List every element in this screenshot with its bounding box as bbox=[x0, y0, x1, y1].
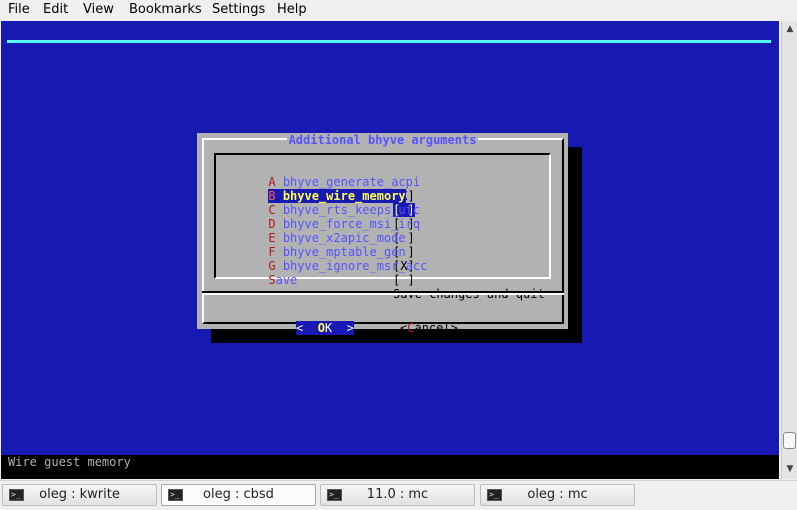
option-name: ave bbox=[275, 273, 298, 287]
status-text: Wire guest memory bbox=[8, 455, 131, 469]
menu-edit[interactable]: Edit bbox=[43, 2, 68, 18]
cancel-rest: ancel> bbox=[414, 321, 458, 335]
terminal-header-line bbox=[7, 40, 771, 43]
menu-view[interactable]: View bbox=[83, 2, 114, 18]
dialog-title: Additional bhyve arguments bbox=[286, 133, 479, 147]
cancel-button[interactable]: <Cancel> bbox=[400, 321, 458, 335]
option-row-generate-acpi[interactable]: A bhyve_generate_acpi [X] bbox=[225, 161, 420, 203]
menu-bookmarks[interactable]: Bookmarks bbox=[129, 2, 202, 18]
menu-bar: File Edit View Bookmarks Settings Help bbox=[0, 0, 797, 20]
option-row-rts-keeps-utc[interactable]: C bhyve_rts_keeps_utc [ ] bbox=[225, 189, 420, 231]
option-row-ignore-msr-acc[interactable]: G bhyve_ignore_msr_acc [ ] bbox=[225, 245, 427, 287]
ok-button[interactable]: < OK > bbox=[296, 321, 354, 335]
terminal-scrollbar[interactable]: ▲ ▼ bbox=[781, 21, 797, 479]
dialog-title-bar: Additional bhyve arguments bbox=[197, 133, 568, 147]
option-row-mptable-gen[interactable]: F bhyve_mptable_gen [X] bbox=[225, 231, 414, 273]
task-label: 11.0 : mc bbox=[366, 487, 429, 502]
task-11-mc[interactable]: 11.0 : mc bbox=[320, 484, 475, 506]
ok-bracket-left: < bbox=[296, 321, 318, 335]
dialog-separator bbox=[202, 293, 564, 295]
option-row-force-msi-irq[interactable]: D bhyve_force_msi_irq [ ] bbox=[225, 203, 420, 245]
menu-settings[interactable]: Settings bbox=[212, 2, 265, 18]
status-line: Wire guest memory bbox=[1, 455, 779, 479]
task-cbsd[interactable]: oleg : cbsd bbox=[161, 484, 316, 506]
scroll-up-arrow-icon[interactable]: ▲ bbox=[784, 23, 796, 35]
task-label: oleg : cbsd bbox=[203, 487, 274, 502]
scroll-down-arrow-icon[interactable]: ▼ bbox=[784, 463, 796, 475]
arguments-dialog: Additional bhyve arguments A bhyve_gener… bbox=[197, 133, 568, 335]
option-row-wire-memory[interactable]: B bhyve_wire_memory [ ] bbox=[225, 175, 415, 217]
menu-help[interactable]: Help bbox=[277, 2, 307, 18]
option-name: bhyve_ignore_msr_acc bbox=[282, 259, 428, 273]
menu-file[interactable]: File bbox=[8, 2, 30, 18]
ok-hotkey: O bbox=[317, 321, 325, 335]
option-row-save[interactable]: Save Save changes and quit bbox=[225, 259, 544, 301]
option-checkbox[interactable]: [ ] bbox=[393, 273, 415, 287]
task-label: oleg : kwrite bbox=[39, 487, 120, 502]
scroll-thumb[interactable] bbox=[783, 432, 796, 449]
task-oleg-mc[interactable]: oleg : mc bbox=[480, 484, 635, 506]
taskbar: oleg : kwrite oleg : cbsd 11.0 : mc oleg… bbox=[0, 480, 797, 510]
task-label: oleg : mc bbox=[527, 487, 588, 502]
task-kwrite[interactable]: oleg : kwrite bbox=[2, 484, 157, 506]
option-row-x2apic-mode[interactable]: E bhyve_x2apic_mode [ ] bbox=[225, 217, 414, 259]
ok-rest: K > bbox=[324, 321, 354, 335]
option-hotkey: S bbox=[268, 273, 276, 287]
terminal-view[interactable]: Additional bhyve arguments A bhyve_gener… bbox=[1, 21, 779, 455]
